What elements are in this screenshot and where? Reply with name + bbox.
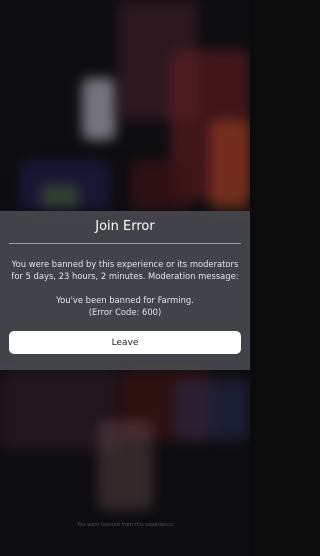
background-scene-blur bbox=[98, 420, 153, 510]
dialog-divider bbox=[9, 243, 241, 244]
background-scene-blur bbox=[40, 185, 80, 207]
background-scene-blur bbox=[175, 380, 250, 440]
join-error-dialog: Join Error You were banned by this exper… bbox=[0, 211, 250, 370]
leave-button[interactable]: Leave bbox=[9, 331, 241, 354]
footer-status-text: You were banned from this experience bbox=[76, 522, 174, 528]
moderation-reason: You've been banned for Farming. bbox=[56, 295, 194, 305]
error-code: (Error Code: 600) bbox=[88, 307, 162, 317]
dialog-title: Join Error bbox=[95, 219, 155, 234]
background-scene-blur bbox=[130, 160, 190, 210]
ban-message: You were banned by this experience or it… bbox=[11, 259, 239, 281]
background-scene-blur bbox=[82, 78, 116, 140]
background-scene-blur bbox=[210, 120, 250, 210]
game-screen: Join Error You were banned by this exper… bbox=[0, 0, 250, 556]
